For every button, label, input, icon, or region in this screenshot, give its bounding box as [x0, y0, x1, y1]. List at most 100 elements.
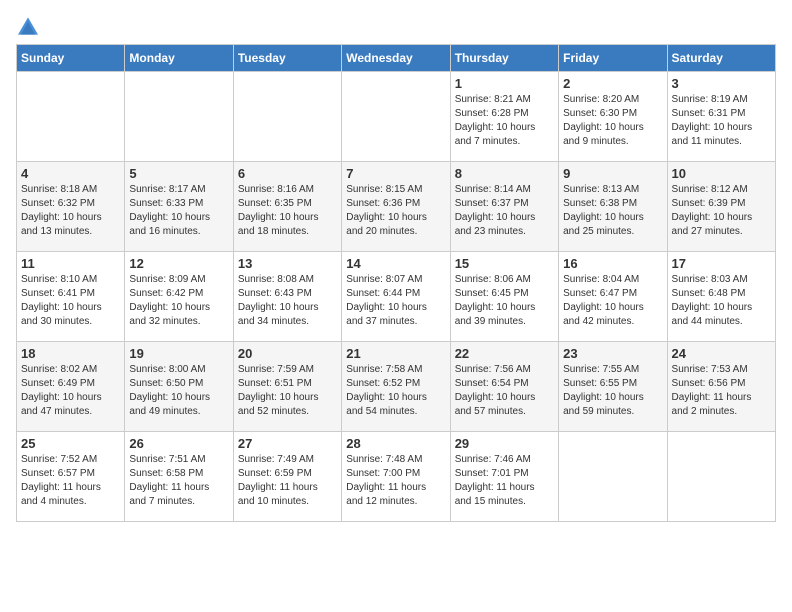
day-info: Sunrise: 8:10 AM Sunset: 6:41 PM Dayligh…	[21, 273, 120, 329]
calendar-cell: 16 Sunrise: 8:04 AM Sunset: 6:47 PM Dayli…	[559, 252, 667, 342]
day-number: 18	[21, 346, 120, 361]
day-info: Sunrise: 8:07 AM Sunset: 6:44 PM Dayligh…	[346, 273, 445, 329]
day-number: 21	[346, 346, 445, 361]
calendar-cell: 12 Sunrise: 8:09 AM Sunset: 6:42 PM Dayli…	[125, 252, 233, 342]
day-number: 25	[21, 436, 120, 451]
calendar-cell: 20 Sunrise: 7:59 AM Sunset: 6:51 PM Dayli…	[233, 342, 341, 432]
calendar-cell: 25 Sunrise: 7:52 AM Sunset: 6:57 PM Dayli…	[17, 432, 125, 522]
calendar-cell: 13 Sunrise: 8:08 AM Sunset: 6:43 PM Dayli…	[233, 252, 341, 342]
calendar-cell: 2 Sunrise: 8:20 AM Sunset: 6:30 PM Daylig…	[559, 72, 667, 162]
calendar-cell: 6 Sunrise: 8:16 AM Sunset: 6:35 PM Daylig…	[233, 162, 341, 252]
day-number: 14	[346, 256, 445, 271]
weekday-header-tuesday: Tuesday	[233, 45, 341, 72]
calendar-cell	[667, 432, 775, 522]
calendar-cell: 14 Sunrise: 8:07 AM Sunset: 6:44 PM Dayli…	[342, 252, 450, 342]
calendar-cell: 3 Sunrise: 8:19 AM Sunset: 6:31 PM Daylig…	[667, 72, 775, 162]
day-info: Sunrise: 8:08 AM Sunset: 6:43 PM Dayligh…	[238, 273, 337, 329]
day-number: 28	[346, 436, 445, 451]
day-info: Sunrise: 7:56 AM Sunset: 6:54 PM Dayligh…	[455, 363, 554, 419]
day-number: 13	[238, 256, 337, 271]
day-info: Sunrise: 8:16 AM Sunset: 6:35 PM Dayligh…	[238, 183, 337, 239]
day-number: 15	[455, 256, 554, 271]
day-number: 2	[563, 76, 662, 91]
day-info: Sunrise: 8:06 AM Sunset: 6:45 PM Dayligh…	[455, 273, 554, 329]
calendar-cell	[233, 72, 341, 162]
day-number: 16	[563, 256, 662, 271]
day-info: Sunrise: 8:18 AM Sunset: 6:32 PM Dayligh…	[21, 183, 120, 239]
calendar-cell: 7Sunrise: 8:15 AM Sunset: 6:36 PM Daylig…	[342, 162, 450, 252]
day-number: 20	[238, 346, 337, 361]
calendar-cell	[342, 72, 450, 162]
calendar-cell: 9 Sunrise: 8:13 AM Sunset: 6:38 PM Daylig…	[559, 162, 667, 252]
weekday-header-row: SundayMondayTuesdayWednesdayThursdayFrid…	[17, 45, 776, 72]
calendar-cell: 18 Sunrise: 8:02 AM Sunset: 6:49 PM Dayli…	[17, 342, 125, 432]
day-number: 19	[129, 346, 228, 361]
day-number: 10	[672, 166, 771, 181]
day-info: Sunrise: 7:58 AM Sunset: 6:52 PM Dayligh…	[346, 363, 445, 419]
day-number: 4	[21, 166, 120, 181]
day-number: 27	[238, 436, 337, 451]
day-number: 29	[455, 436, 554, 451]
day-number: 12	[129, 256, 228, 271]
day-info: Sunrise: 8:04 AM Sunset: 6:47 PM Dayligh…	[563, 273, 662, 329]
logo	[16, 16, 44, 36]
day-number: 11	[21, 256, 120, 271]
calendar-cell: 28Sunrise: 7:48 AM Sunset: 7:00 PM Dayli…	[342, 432, 450, 522]
day-number: 1	[455, 76, 554, 91]
calendar-week-row: 18 Sunrise: 8:02 AM Sunset: 6:49 PM Dayli…	[17, 342, 776, 432]
calendar-cell: 23 Sunrise: 7:55 AM Sunset: 6:55 PM Dayli…	[559, 342, 667, 432]
calendar-cell: 26 Sunrise: 7:51 AM Sunset: 6:58 PM Dayli…	[125, 432, 233, 522]
calendar-cell: 1Sunrise: 8:21 AM Sunset: 6:28 PM Daylig…	[450, 72, 558, 162]
calendar-week-row: 4 Sunrise: 8:18 AM Sunset: 6:32 PM Daylig…	[17, 162, 776, 252]
calendar-table: SundayMondayTuesdayWednesdayThursdayFrid…	[16, 44, 776, 522]
calendar-cell: 10 Sunrise: 8:12 AM Sunset: 6:39 PM Dayli…	[667, 162, 775, 252]
day-number: 22	[455, 346, 554, 361]
logo-icon	[16, 16, 40, 36]
day-number: 6	[238, 166, 337, 181]
day-number: 24	[672, 346, 771, 361]
calendar-cell: 29 Sunrise: 7:46 AM Sunset: 7:01 PM Dayli…	[450, 432, 558, 522]
day-info: Sunrise: 8:09 AM Sunset: 6:42 PM Dayligh…	[129, 273, 228, 329]
day-info: Sunrise: 8:00 AM Sunset: 6:50 PM Dayligh…	[129, 363, 228, 419]
calendar-week-row: 1Sunrise: 8:21 AM Sunset: 6:28 PM Daylig…	[17, 72, 776, 162]
calendar-cell	[17, 72, 125, 162]
day-info: Sunrise: 7:53 AM Sunset: 6:56 PM Dayligh…	[672, 363, 771, 419]
calendar-cell: 4 Sunrise: 8:18 AM Sunset: 6:32 PM Daylig…	[17, 162, 125, 252]
day-info: Sunrise: 8:14 AM Sunset: 6:37 PM Dayligh…	[455, 183, 554, 239]
weekday-header-monday: Monday	[125, 45, 233, 72]
day-info: Sunrise: 7:46 AM Sunset: 7:01 PM Dayligh…	[455, 453, 554, 509]
calendar-cell: 11 Sunrise: 8:10 AM Sunset: 6:41 PM Dayli…	[17, 252, 125, 342]
calendar-cell: 15 Sunrise: 8:06 AM Sunset: 6:45 PM Dayli…	[450, 252, 558, 342]
calendar-week-row: 25 Sunrise: 7:52 AM Sunset: 6:57 PM Dayli…	[17, 432, 776, 522]
day-info: Sunrise: 8:20 AM Sunset: 6:30 PM Dayligh…	[563, 93, 662, 149]
calendar-cell: 27 Sunrise: 7:49 AM Sunset: 6:59 PM Dayli…	[233, 432, 341, 522]
calendar-cell	[125, 72, 233, 162]
header	[16, 16, 776, 36]
calendar-cell: 19 Sunrise: 8:00 AM Sunset: 6:50 PM Dayli…	[125, 342, 233, 432]
day-number: 5	[129, 166, 228, 181]
calendar-cell: 8Sunrise: 8:14 AM Sunset: 6:37 PM Daylig…	[450, 162, 558, 252]
weekday-header-thursday: Thursday	[450, 45, 558, 72]
day-info: Sunrise: 8:19 AM Sunset: 6:31 PM Dayligh…	[672, 93, 771, 149]
calendar-week-row: 11 Sunrise: 8:10 AM Sunset: 6:41 PM Dayli…	[17, 252, 776, 342]
day-info: Sunrise: 7:59 AM Sunset: 6:51 PM Dayligh…	[238, 363, 337, 419]
day-number: 9	[563, 166, 662, 181]
day-number: 23	[563, 346, 662, 361]
calendar-cell: 24 Sunrise: 7:53 AM Sunset: 6:56 PM Dayli…	[667, 342, 775, 432]
day-info: Sunrise: 7:51 AM Sunset: 6:58 PM Dayligh…	[129, 453, 228, 509]
day-info: Sunrise: 8:02 AM Sunset: 6:49 PM Dayligh…	[21, 363, 120, 419]
day-info: Sunrise: 8:13 AM Sunset: 6:38 PM Dayligh…	[563, 183, 662, 239]
weekday-header-saturday: Saturday	[667, 45, 775, 72]
day-info: Sunrise: 8:12 AM Sunset: 6:39 PM Dayligh…	[672, 183, 771, 239]
calendar-cell: 17Sunrise: 8:03 AM Sunset: 6:48 PM Dayli…	[667, 252, 775, 342]
weekday-header-sunday: Sunday	[17, 45, 125, 72]
day-number: 26	[129, 436, 228, 451]
calendar-cell: 21 Sunrise: 7:58 AM Sunset: 6:52 PM Dayli…	[342, 342, 450, 432]
day-info: Sunrise: 7:55 AM Sunset: 6:55 PM Dayligh…	[563, 363, 662, 419]
day-info: Sunrise: 7:52 AM Sunset: 6:57 PM Dayligh…	[21, 453, 120, 509]
day-info: Sunrise: 7:49 AM Sunset: 6:59 PM Dayligh…	[238, 453, 337, 509]
weekday-header-wednesday: Wednesday	[342, 45, 450, 72]
day-number: 3	[672, 76, 771, 91]
day-info: Sunrise: 8:17 AM Sunset: 6:33 PM Dayligh…	[129, 183, 228, 239]
day-number: 17	[672, 256, 771, 271]
